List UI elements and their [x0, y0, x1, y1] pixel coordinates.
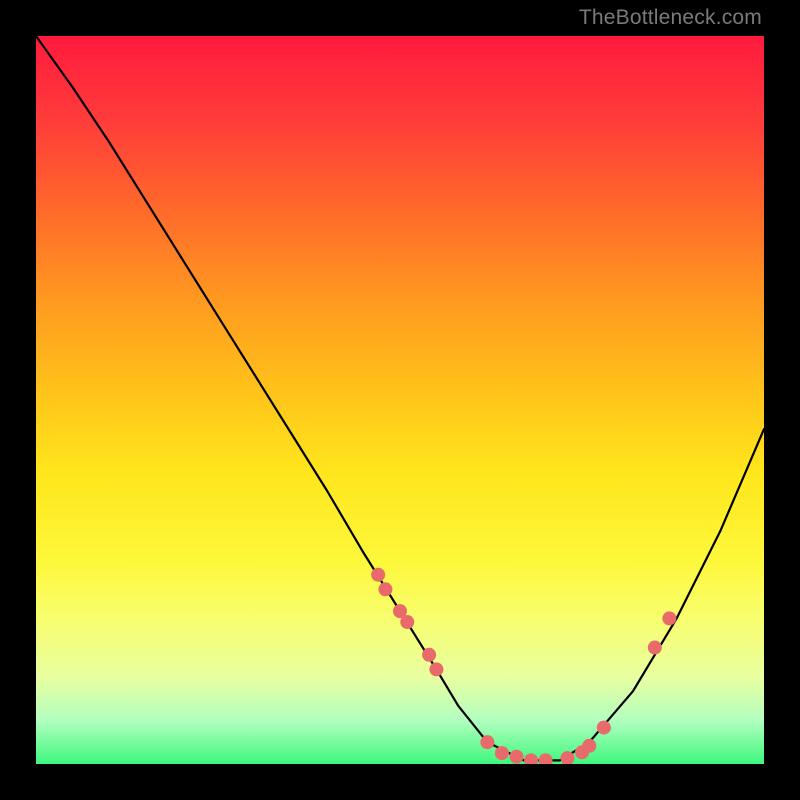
- marker-dot: [648, 641, 662, 655]
- marker-dot: [400, 615, 414, 629]
- watermark-label: TheBottleneck.com: [579, 6, 762, 30]
- chart-svg: [36, 36, 764, 764]
- marker-dot: [524, 753, 538, 764]
- marker-dot: [480, 735, 494, 749]
- marker-dot: [422, 648, 436, 662]
- marker-dot: [429, 662, 443, 676]
- marker-dot: [509, 750, 523, 764]
- marker-dot: [582, 739, 596, 753]
- chart-plot-area: [36, 36, 764, 764]
- marker-dot: [371, 568, 385, 582]
- chart-container: TheBottleneck.com: [0, 0, 800, 800]
- marker-dot: [539, 753, 553, 764]
- marker-dot: [662, 611, 676, 625]
- marker-dot: [378, 582, 392, 596]
- marker-dot: [495, 746, 509, 760]
- marker-points: [371, 568, 676, 764]
- marker-dot: [597, 721, 611, 735]
